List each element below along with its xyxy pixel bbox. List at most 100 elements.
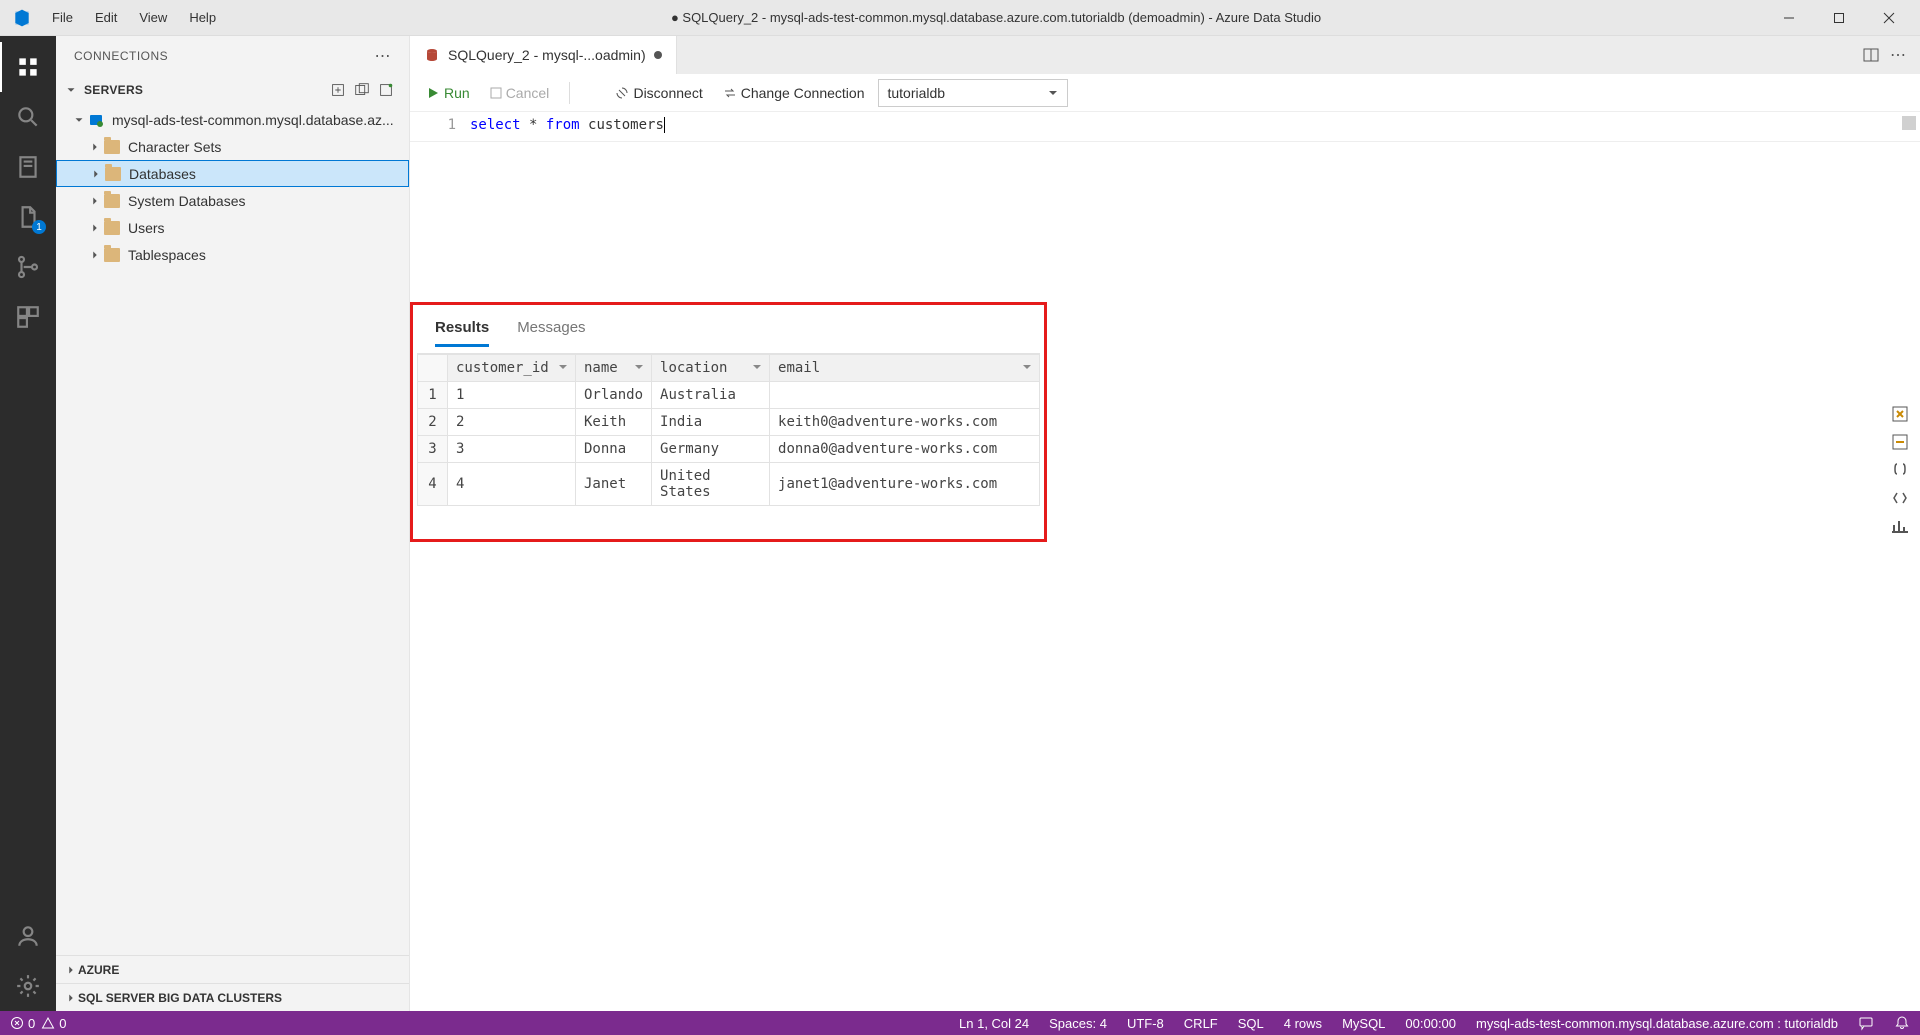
code-editor[interactable]: 1 select * from customers bbox=[410, 112, 1920, 142]
tree-item-databases[interactable]: Databases bbox=[56, 160, 409, 187]
line-number: 1 bbox=[410, 112, 470, 141]
tree-item-users[interactable]: Users bbox=[56, 214, 409, 241]
cell[interactable]: 3 bbox=[448, 436, 576, 463]
status-connection[interactable]: mysql-ads-test-common.mysql.database.azu… bbox=[1476, 1016, 1838, 1031]
minimize-button[interactable] bbox=[1766, 3, 1812, 33]
table-row[interactable]: 11OrlandoAustralia bbox=[418, 382, 1040, 409]
cell[interactable]: 4 bbox=[448, 463, 576, 506]
column-header[interactable]: name bbox=[576, 355, 652, 382]
new-connection-icon[interactable] bbox=[329, 81, 347, 99]
column-header[interactable]: location bbox=[652, 355, 770, 382]
activity-settings-icon[interactable] bbox=[0, 961, 56, 1011]
cursor bbox=[664, 117, 665, 133]
tab-more-icon[interactable]: ⋯ bbox=[1890, 45, 1906, 65]
cell[interactable]: Australia bbox=[652, 382, 770, 409]
status-encoding[interactable]: UTF-8 bbox=[1127, 1016, 1164, 1031]
sidebar: CONNECTIONS ⋯ SERVERS mysql-ads-test-com… bbox=[56, 36, 410, 1011]
sidebar-more-icon[interactable]: ⋯ bbox=[375, 46, 392, 66]
folder-icon bbox=[105, 167, 121, 181]
chevron-right-icon bbox=[88, 194, 102, 208]
play-icon bbox=[426, 86, 440, 100]
activity-notebooks-icon[interactable] bbox=[0, 142, 56, 192]
split-editor-icon[interactable] bbox=[1862, 46, 1880, 64]
status-bar: 0 0 Ln 1, Col 24 Spaces: 4 UTF-8 CRLF SQ… bbox=[0, 1011, 1920, 1035]
menu-edit[interactable]: Edit bbox=[85, 6, 127, 29]
database-select[interactable]: tutorialdb bbox=[878, 79, 1068, 107]
results-grid[interactable]: customer_id name location email 11Orland… bbox=[417, 353, 1040, 506]
cell[interactable] bbox=[770, 382, 1040, 409]
close-button[interactable] bbox=[1866, 3, 1912, 33]
status-eol[interactable]: CRLF bbox=[1184, 1016, 1218, 1031]
tab-results[interactable]: Results bbox=[435, 319, 489, 347]
column-header[interactable]: email bbox=[770, 355, 1040, 382]
run-button[interactable]: Run bbox=[420, 82, 476, 104]
status-warnings[interactable]: 0 bbox=[41, 1016, 66, 1031]
tree-item-tablespaces[interactable]: Tablespaces bbox=[56, 241, 409, 268]
activity-extensions-icon[interactable] bbox=[0, 292, 56, 342]
section-azure[interactable]: AZURE bbox=[56, 955, 409, 983]
folder-icon bbox=[104, 248, 120, 262]
maximize-button[interactable] bbox=[1816, 3, 1862, 33]
cell[interactable]: keith0@adventure-works.com bbox=[770, 409, 1040, 436]
status-position[interactable]: Ln 1, Col 24 bbox=[959, 1016, 1029, 1031]
change-connection-button[interactable]: Change Connection bbox=[717, 82, 871, 104]
chevron-down-icon bbox=[1047, 87, 1059, 99]
table-row[interactable]: 44JanetUnited Statesjanet1@adventure-wor… bbox=[418, 463, 1040, 506]
folder-icon bbox=[104, 194, 120, 208]
tab-messages[interactable]: Messages bbox=[517, 319, 585, 347]
bell-icon[interactable] bbox=[1894, 1015, 1910, 1031]
cell[interactable]: Janet bbox=[576, 463, 652, 506]
code-text: customers bbox=[580, 117, 664, 133]
save-json-icon[interactable] bbox=[1890, 460, 1910, 480]
disconnect-button[interactable]: Disconnect bbox=[609, 82, 708, 104]
status-spaces[interactable]: Spaces: 4 bbox=[1049, 1016, 1107, 1031]
chevron-right-icon bbox=[89, 167, 103, 181]
save-csv-icon[interactable] bbox=[1890, 404, 1910, 424]
section-big-data[interactable]: SQL SERVER BIG DATA CLUSTERS bbox=[56, 983, 409, 1011]
status-errors[interactable]: 0 bbox=[10, 1016, 35, 1031]
window-controls bbox=[1766, 3, 1912, 33]
menu-file[interactable]: File bbox=[42, 6, 83, 29]
section-label: SQL SERVER BIG DATA CLUSTERS bbox=[78, 991, 282, 1005]
chart-icon[interactable] bbox=[1890, 516, 1910, 536]
save-excel-icon[interactable] bbox=[1890, 432, 1910, 452]
column-header[interactable]: customer_id bbox=[448, 355, 576, 382]
cancel-button: Cancel bbox=[484, 82, 556, 104]
tree-item-system-databases[interactable]: System Databases bbox=[56, 187, 409, 214]
titlebar: File Edit View Help ● SQLQuery_2 - mysql… bbox=[0, 0, 1920, 36]
cell[interactable]: India bbox=[652, 409, 770, 436]
menu-help[interactable]: Help bbox=[179, 6, 226, 29]
stop-icon bbox=[490, 87, 502, 99]
cell[interactable]: Donna bbox=[576, 436, 652, 463]
save-xml-icon[interactable] bbox=[1890, 488, 1910, 508]
menu-view[interactable]: View bbox=[129, 6, 177, 29]
editor-area: SQLQuery_2 - mysql-...oadmin) ⋯ Run Canc… bbox=[410, 36, 1920, 1011]
menu-bar: File Edit View Help bbox=[42, 6, 226, 29]
cell[interactable]: donna0@adventure-works.com bbox=[770, 436, 1040, 463]
activity-source-control-icon[interactable] bbox=[0, 242, 56, 292]
table-row[interactable]: 33DonnaGermanydonna0@adventure-works.com bbox=[418, 436, 1040, 463]
feedback-icon[interactable] bbox=[1858, 1015, 1874, 1031]
status-lang[interactable]: SQL bbox=[1238, 1016, 1264, 1031]
tree-item-character-sets[interactable]: Character Sets bbox=[56, 133, 409, 160]
new-group-icon[interactable] bbox=[353, 81, 371, 99]
activity-explorer-icon[interactable]: 1 bbox=[0, 192, 56, 242]
tree-server-node[interactable]: mysql-ads-test-common.mysql.database.az.… bbox=[56, 106, 409, 133]
cell[interactable]: janet1@adventure-works.com bbox=[770, 463, 1040, 506]
cell[interactable]: 1 bbox=[448, 382, 576, 409]
table-row[interactable]: 22KeithIndiakeith0@adventure-works.com bbox=[418, 409, 1040, 436]
activity-search-icon[interactable] bbox=[0, 92, 56, 142]
activity-connections-icon[interactable] bbox=[0, 42, 56, 92]
activity-account-icon[interactable] bbox=[0, 911, 56, 961]
row-number: 1 bbox=[418, 382, 448, 409]
refresh-icon[interactable] bbox=[377, 81, 395, 99]
cell[interactable]: Keith bbox=[576, 409, 652, 436]
cell[interactable]: United States bbox=[652, 463, 770, 506]
section-servers[interactable]: SERVERS bbox=[56, 76, 409, 104]
cell[interactable]: Orlando bbox=[576, 382, 652, 409]
minimap[interactable] bbox=[1902, 116, 1916, 130]
cell[interactable]: 2 bbox=[448, 409, 576, 436]
tree-item-label: Tablespaces bbox=[128, 247, 206, 263]
cell[interactable]: Germany bbox=[652, 436, 770, 463]
editor-tab[interactable]: SQLQuery_2 - mysql-...oadmin) bbox=[410, 36, 677, 74]
